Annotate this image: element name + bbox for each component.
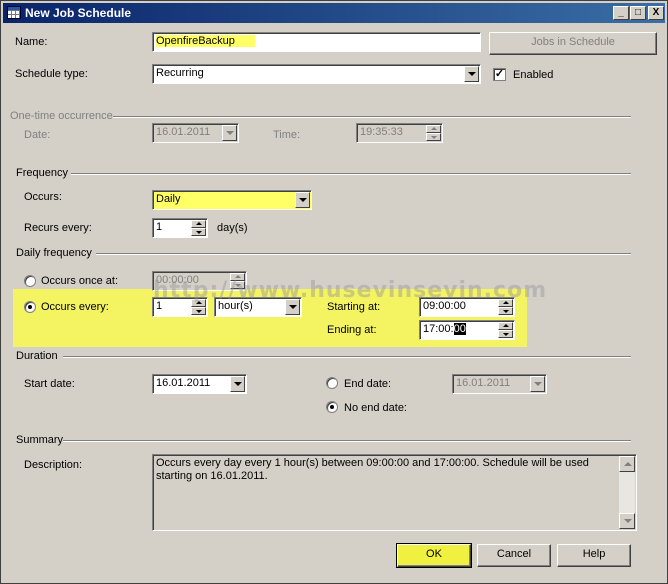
spin-up-icon[interactable] xyxy=(426,125,441,133)
summary-divider xyxy=(63,440,631,442)
occurs-every-radio[interactable] xyxy=(24,301,36,313)
schedule-type-select[interactable]: Recurring xyxy=(152,64,481,84)
ok-button[interactable]: OK xyxy=(396,543,472,568)
spin-up-icon[interactable] xyxy=(498,322,513,330)
spin-down-icon[interactable] xyxy=(498,330,513,338)
chevron-down-icon[interactable] xyxy=(222,125,237,141)
close-button[interactable]: X xyxy=(648,6,664,20)
ending-at-value: 17:00: xyxy=(423,323,454,335)
recurs-spinner[interactable] xyxy=(191,220,206,236)
spin-down-icon[interactable] xyxy=(426,133,441,141)
description-textarea[interactable]: Occurs every day every 1 hour(s) between… xyxy=(152,454,637,531)
enabled-checkbox[interactable]: ✓ xyxy=(493,68,506,81)
spin-down-icon[interactable] xyxy=(191,228,206,236)
recurs-unit-label: day(s) xyxy=(217,222,248,234)
duration-divider xyxy=(63,356,631,358)
one-time-group-label: One-time occurrence xyxy=(10,110,113,122)
duration-group-label: Duration xyxy=(16,350,58,362)
daily-frequency-group-label: Daily frequency xyxy=(16,247,92,259)
watermark-text: http://www.husevinsevin.com xyxy=(153,278,548,303)
recurs-every-stepper[interactable]: 1 xyxy=(152,218,208,238)
spin-up-icon[interactable] xyxy=(191,220,206,228)
scroll-up-icon[interactable] xyxy=(619,456,635,472)
name-field[interactable]: OpenfireBackup xyxy=(152,32,481,52)
occurs-once-radio[interactable] xyxy=(24,275,36,287)
scroll-down-icon[interactable] xyxy=(619,513,635,529)
maximize-button[interactable]: □ xyxy=(630,6,646,20)
description-scrollbar[interactable] xyxy=(619,456,635,529)
ending-at-field[interactable]: 17:00:00 xyxy=(419,320,515,340)
name-label: Name: xyxy=(15,36,48,48)
spin-down-icon[interactable] xyxy=(191,307,206,315)
start-date-label: Start date: xyxy=(24,378,75,390)
schedule-type-value: Recurring xyxy=(156,67,204,79)
calendar-dropdown-icon[interactable] xyxy=(230,376,245,392)
end-date-label: End date: xyxy=(344,378,392,390)
occurs-once-label: Occurs once at: xyxy=(41,275,119,287)
cancel-button[interactable]: Cancel xyxy=(477,544,551,567)
one-time-date-value: 16.01.2011 xyxy=(156,126,211,138)
occurs-select[interactable]: Daily xyxy=(152,190,312,210)
no-end-date-radio[interactable] xyxy=(326,401,338,413)
schedule-type-label: Schedule type: xyxy=(15,68,88,80)
enabled-label: Enabled xyxy=(513,69,554,81)
recurs-every-label: Recurs every: xyxy=(24,222,92,234)
frequency-divider xyxy=(71,173,631,175)
description-label: Description: xyxy=(24,459,83,471)
ending-spinner[interactable] xyxy=(498,322,513,338)
jobs-in-schedule-button[interactable]: Jobs in Schedule xyxy=(489,32,657,55)
spin-down-icon[interactable] xyxy=(498,307,513,315)
minimize-button[interactable]: _ xyxy=(613,6,629,20)
name-value: OpenfireBackup xyxy=(156,35,255,47)
daily-frequency-divider xyxy=(96,253,631,255)
end-date-field[interactable]: 16.01.2011 xyxy=(452,374,547,394)
new-job-schedule-dialog: New Job Schedule _ □ X Name: OpenfireBac… xyxy=(0,0,668,584)
one-time-time-field[interactable]: 19:35:33 xyxy=(356,123,443,143)
description-text: Occurs every day every 1 hour(s) between… xyxy=(156,457,589,482)
summary-group-label: Summary xyxy=(16,434,64,446)
occurs-every-label: Occurs every: xyxy=(41,301,109,313)
time-spinner[interactable] xyxy=(426,125,441,141)
window-title: New Job Schedule xyxy=(25,6,132,20)
occurs-value: Daily xyxy=(156,193,181,205)
one-time-time-value: 19:35:33 xyxy=(360,126,403,138)
start-date-field[interactable]: 16.01.2011 xyxy=(152,374,247,394)
recurs-every-value: 1 xyxy=(156,221,163,233)
occurs-label: Occurs: xyxy=(24,191,62,203)
title-bar[interactable]: New Job Schedule _ □ X xyxy=(3,3,665,23)
one-time-divider xyxy=(113,116,631,118)
chevron-down-icon[interactable] xyxy=(464,66,479,82)
frequency-group-label: Frequency xyxy=(16,167,68,179)
end-date-value: 16.01.2011 xyxy=(456,377,511,389)
date-label: Date: xyxy=(24,129,51,141)
calendar-dropdown-icon[interactable] xyxy=(530,376,545,392)
chevron-down-icon[interactable] xyxy=(295,192,310,208)
schedule-grid-icon xyxy=(7,6,21,19)
one-time-date-field[interactable]: 16.01.2011 xyxy=(152,123,239,143)
no-end-date-label: No end date: xyxy=(344,402,407,414)
start-date-value: 16.01.2011 xyxy=(156,377,211,389)
help-button[interactable]: Help xyxy=(557,544,631,567)
ending-at-selected: 00 xyxy=(453,323,466,335)
ending-at-label: Ending at: xyxy=(327,324,377,336)
time-label: Time: xyxy=(273,129,301,141)
end-date-radio[interactable] xyxy=(326,377,338,389)
